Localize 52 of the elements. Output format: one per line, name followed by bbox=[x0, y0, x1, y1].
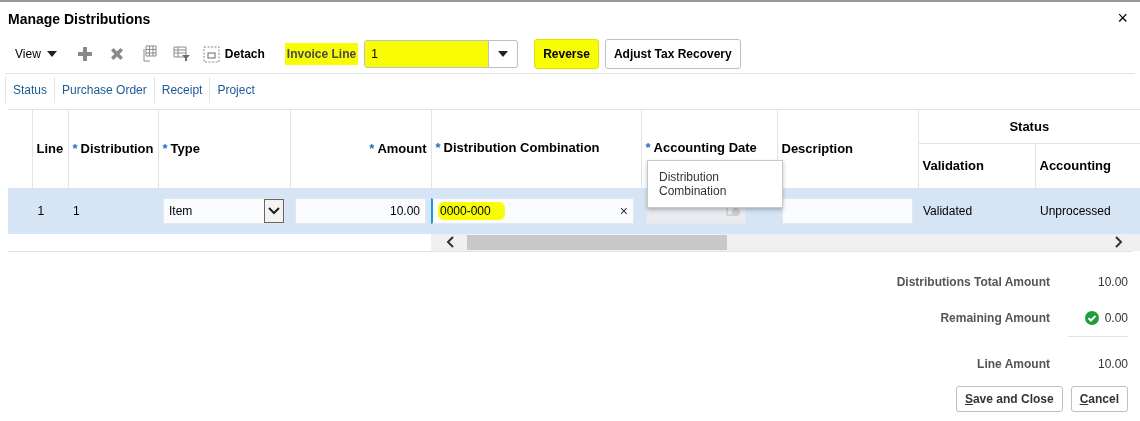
column-header: Description bbox=[781, 141, 853, 157]
summary-value: 0.00 bbox=[1104, 310, 1128, 325]
summary-label: Remaining Amount bbox=[940, 310, 1050, 325]
column-header: * Distribution bbox=[72, 141, 154, 157]
tab-link[interactable]: Status bbox=[5, 77, 55, 103]
column-header: Validation bbox=[922, 158, 984, 173]
type-dropdown[interactable]: Item bbox=[163, 198, 285, 224]
invoice-line-label: Invoice Line bbox=[284, 43, 359, 65]
summary-label: Line Amount bbox=[977, 356, 1050, 371]
invoice-line-dropdown[interactable]: 1 bbox=[364, 40, 519, 68]
table-cell: 1 bbox=[73, 204, 80, 218]
footer-button[interactable]: Save and Close bbox=[955, 385, 1063, 412]
table-cell: Unprocessed bbox=[1040, 204, 1111, 218]
column-header: * Amount bbox=[369, 141, 427, 157]
detach-button[interactable]: Detach bbox=[224, 47, 265, 61]
delete-icon[interactable] bbox=[108, 46, 125, 62]
table-cell: Validated bbox=[923, 204, 973, 218]
check-circle-icon bbox=[1084, 310, 1099, 325]
add-icon[interactable] bbox=[76, 46, 93, 62]
chevron-down-icon[interactable] bbox=[268, 207, 280, 215]
column-group-header: Status bbox=[1009, 118, 1050, 134]
column-header: * Type bbox=[162, 141, 200, 157]
table-cell: 1 bbox=[37, 204, 45, 218]
tab-link[interactable]: Purchase Order bbox=[54, 77, 154, 103]
combination-field[interactable]: 0000-000 × bbox=[431, 198, 634, 224]
amount-field[interactable]: 10.00 bbox=[295, 198, 426, 224]
summary-value: 10.00 bbox=[1097, 357, 1128, 371]
table-icon[interactable] bbox=[140, 45, 157, 63]
close-button[interactable]: × bbox=[1113, 8, 1132, 29]
column-header: * Distribution Combination bbox=[435, 140, 600, 155]
filter-icon[interactable] bbox=[172, 46, 191, 62]
tab-link[interactable]: Receipt bbox=[153, 77, 210, 103]
summary-label: Distributions Total Amount bbox=[896, 274, 1050, 289]
calendar-icon[interactable] bbox=[726, 205, 740, 217]
tab-link[interactable]: Project bbox=[209, 77, 262, 103]
view-menu[interactable]: View bbox=[15, 47, 41, 61]
clear-icon[interactable]: × bbox=[619, 203, 628, 219]
tooltip: Distribution Combination bbox=[647, 160, 783, 208]
column-header: * Accounting Date bbox=[645, 140, 757, 155]
summary-value: 10.00 bbox=[1097, 274, 1128, 289]
caret-icon[interactable] bbox=[46, 51, 57, 57]
detach-icon[interactable] bbox=[202, 45, 220, 63]
description-field[interactable] bbox=[782, 198, 913, 224]
column-header: Accounting bbox=[1039, 158, 1111, 173]
column-header: Line bbox=[36, 141, 64, 157]
dialog-title: Manage Distributions bbox=[8, 10, 151, 27]
caret-icon[interactable] bbox=[498, 51, 509, 57]
scroll-left-icon[interactable] bbox=[445, 236, 457, 248]
scroll-right-icon[interactable] bbox=[1112, 236, 1124, 248]
footer-button[interactable]: Cancel bbox=[1070, 385, 1128, 412]
toolbar-button[interactable]: Reverse bbox=[534, 39, 599, 69]
toolbar-button[interactable]: Adjust Tax Recovery bbox=[604, 39, 741, 69]
